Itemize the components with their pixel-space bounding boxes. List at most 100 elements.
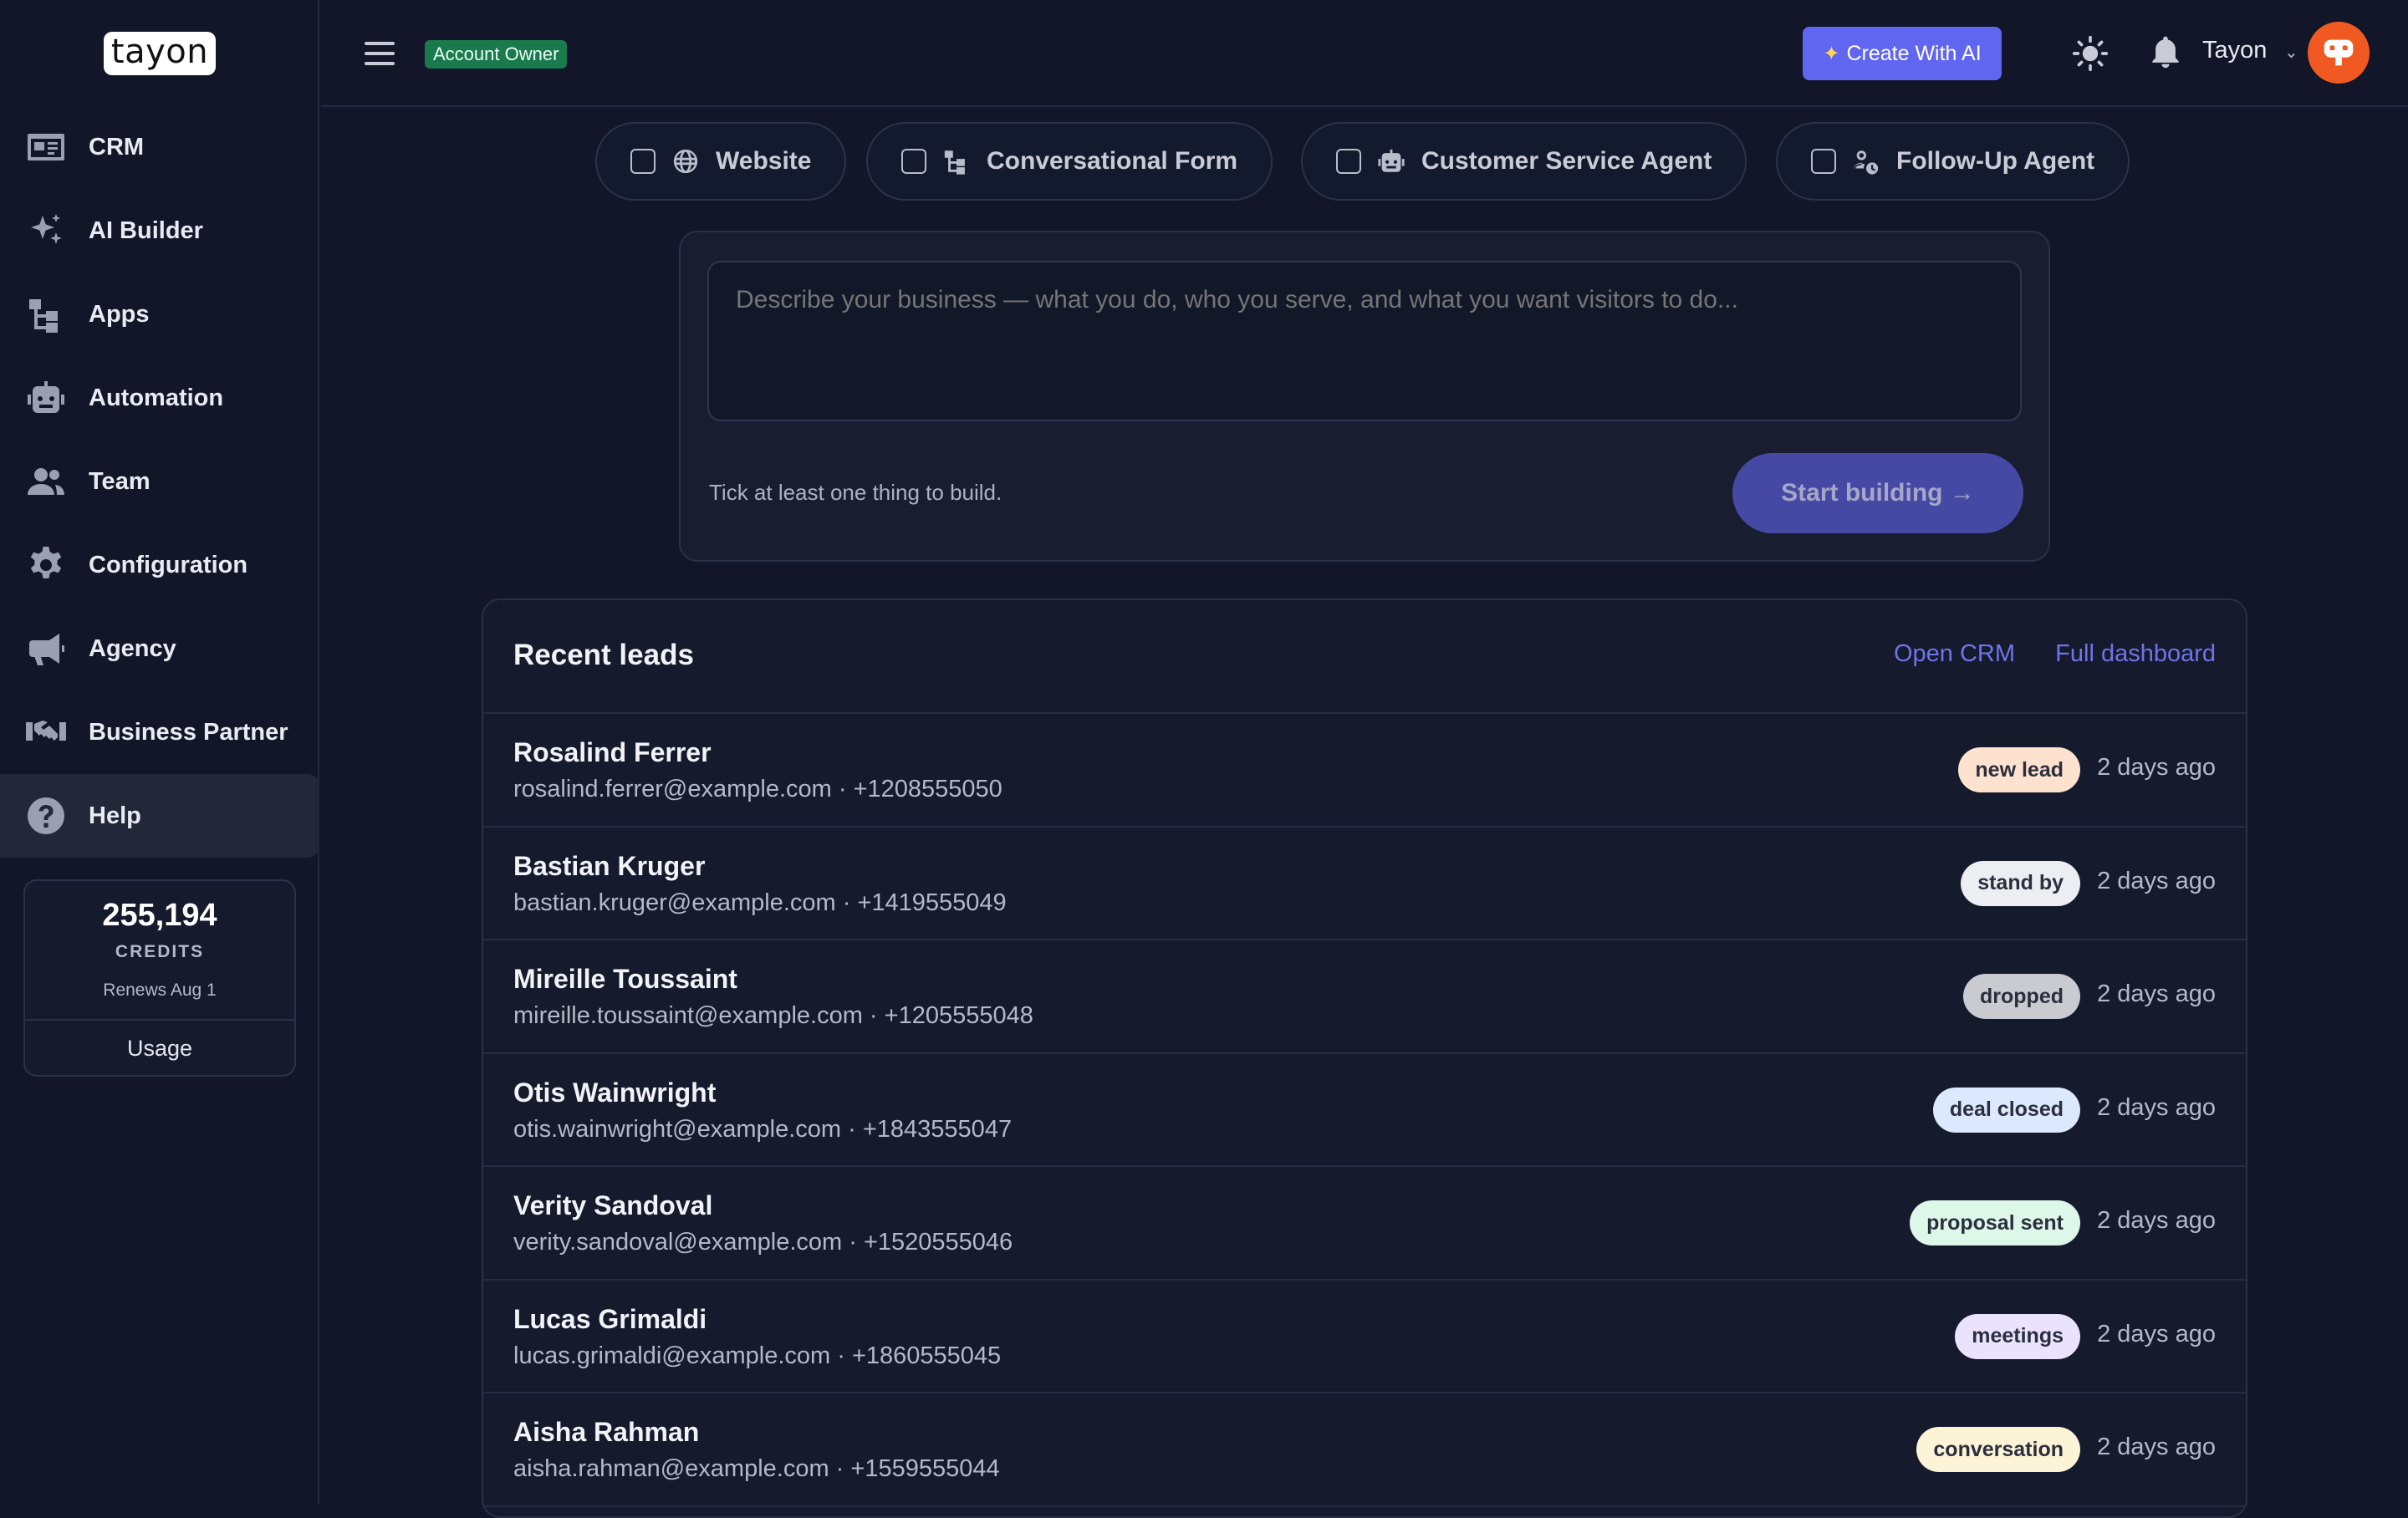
website-checkbox[interactable] [630, 149, 656, 174]
status-badge: stand by [1961, 860, 2080, 906]
lead-contact: lucas.grimaldi@example.com · +1860555045 [513, 1342, 1002, 1369]
build-option-website[interactable]: Website [595, 122, 847, 201]
credits-card: 255,194 CREDITS Renews Aug 1 Usage [23, 879, 296, 1077]
sidebar-item-label: Business Partner [89, 718, 288, 746]
leads-list: Rosalind Ferrer rosalind.ferrer@example.c… [483, 714, 2246, 1507]
sidebar-item-apps[interactable]: Apps [0, 273, 319, 356]
sparkles-icon: ✦ [1823, 42, 1840, 65]
sidebar-item-agency[interactable]: Agency [0, 607, 319, 690]
open-crm-link[interactable]: Open CRM [1894, 640, 2015, 668]
lead-name: Otis Wainwright [513, 1077, 717, 1108]
lead-contact: verity.sandoval@example.com · +152055504… [513, 1229, 1013, 1256]
chip-label: Website [716, 147, 812, 175]
lead-timestamp: 2 days ago [2097, 1434, 2216, 1460]
logo[interactable]: tayon [104, 32, 216, 75]
lead-row[interactable]: Bastian Kruger bastian.kruger@example.com… [483, 828, 2246, 940]
chevron-down-icon[interactable]: ⌄ [2284, 42, 2298, 63]
credits-label: CREDITS [115, 942, 205, 961]
sitemap-icon [941, 146, 972, 176]
users-icon [25, 461, 67, 502]
robot-avatar-icon [2324, 39, 2354, 66]
build-option-follow-up-agent[interactable]: Follow-Up Agent [1776, 122, 2130, 201]
lead-row[interactable]: Otis Wainwright otis.wainwright@example.c… [483, 1054, 2246, 1167]
recent-leads-header: Recent leads Open CRM Full dashboard [483, 600, 2246, 714]
bell-icon[interactable] [2147, 33, 2184, 70]
start-building-button[interactable]: Start building → [1732, 453, 2023, 533]
lead-timestamp: 2 days ago [2097, 1207, 2216, 1234]
lead-contact: otis.wainwright@example.com · +184355504… [513, 1115, 1013, 1143]
sparkles-icon [25, 210, 67, 252]
lead-row[interactable]: Verity Sandoval verity.sandoval@example.c… [483, 1167, 2246, 1281]
lead-name: Aisha Rahman [513, 1417, 700, 1447]
top-bar: Account Owner ✦ Create With AI Tayon ⌄ [321, 0, 2408, 107]
recent-leads-card: Recent leads Open CRM Full dashboard Ros… [482, 599, 2247, 1518]
lead-row[interactable]: Aisha Rahman aisha.rahman@example.com · +… [483, 1393, 2246, 1507]
full-dashboard-link[interactable]: Full dashboard [2055, 640, 2216, 668]
credits-amount: 255,194 [102, 898, 217, 933]
conversational-form-checkbox[interactable] [901, 149, 926, 174]
lead-row[interactable]: Lucas Grimaldi lucas.grimaldi@example.com… [483, 1281, 2246, 1393]
lead-timestamp: 2 days ago [2097, 1093, 2216, 1121]
lead-contact: rosalind.ferrer@example.com · +120855505… [513, 776, 1002, 802]
create-with-ai-label: Create With AI [1846, 41, 1982, 65]
sidebar-item-label: CRM [89, 133, 145, 160]
sidebar-item-label: Configuration [89, 551, 248, 578]
lead-name: Lucas Grimaldi [513, 1303, 707, 1334]
build-option-conversational-form[interactable]: Conversational Form [866, 122, 1273, 201]
sidebar-item-ai-builder[interactable]: AI Builder [0, 189, 319, 273]
lead-name: Rosalind Ferrer [513, 737, 712, 767]
lead-timestamp: 2 days ago [2097, 1320, 2216, 1347]
sidebar-item-label: Help [89, 802, 141, 829]
id-card-icon [25, 126, 67, 168]
status-badge: proposal sent [1910, 1200, 2080, 1245]
status-badge: meetings [1955, 1313, 2080, 1359]
role-badge: Account Owner [425, 40, 568, 69]
status-badge: conversation [1916, 1427, 2080, 1472]
megaphone-icon [25, 628, 67, 670]
globe-icon [671, 146, 701, 176]
status-badge: new lead [1958, 747, 2080, 792]
sidebar-item-label: AI Builder [89, 216, 203, 244]
sidebar-item-crm[interactable]: CRM [0, 105, 319, 189]
user-name[interactable]: Tayon [2202, 37, 2267, 64]
create-with-ai-button[interactable]: ✦ Create With AI [1803, 27, 2002, 80]
follow-up-agent-checkbox[interactable] [1811, 149, 1836, 174]
sidebar: tayon CRM AI Builder Apps Automation Tea… [0, 0, 319, 1505]
usage-button[interactable]: Usage [25, 1021, 294, 1075]
sidebar-item-team[interactable]: Team [0, 440, 319, 523]
user-clock-icon [1851, 146, 1881, 176]
chip-label: Follow-Up Agent [1896, 147, 2095, 175]
lead-name: Verity Sandoval [513, 1190, 713, 1220]
lead-contact: mireille.toussaint@example.com · +120555… [513, 1002, 1033, 1029]
lead-timestamp: 2 days ago [2097, 867, 2216, 894]
logo-text: tayon [110, 33, 209, 71]
sidebar-item-label: Agency [89, 634, 176, 662]
sidebar-item-help[interactable]: Help [0, 774, 319, 858]
business-description-input[interactable] [707, 261, 2022, 421]
build-option-customer-service-agent[interactable]: Customer Service Agent [1301, 122, 1747, 201]
sidebar-item-automation[interactable]: Automation [0, 356, 319, 440]
status-badge: dropped [1963, 974, 2080, 1019]
status-badge: deal closed [1932, 1087, 2080, 1133]
lead-row[interactable]: Mireille Toussaint mireille.toussaint@exa… [483, 940, 2246, 1054]
gear-icon [25, 544, 67, 586]
sun-icon[interactable] [2072, 35, 2109, 72]
robot-icon [25, 377, 67, 419]
chip-label: Customer Service Agent [1421, 147, 1712, 175]
robot-icon [1376, 146, 1406, 176]
sidebar-item-business-partner[interactable]: Business Partner [0, 690, 319, 774]
menu-icon[interactable] [363, 37, 396, 70]
lead-row[interactable]: Rosalind Ferrer rosalind.ferrer@example.c… [483, 714, 2246, 828]
builder-hint: Tick at least one thing to build. [709, 480, 1002, 505]
customer-service-agent-checkbox[interactable] [1336, 149, 1361, 174]
lead-timestamp: 2 days ago [2097, 981, 2216, 1007]
recent-leads-title: Recent leads [513, 639, 694, 671]
credits-renewal: Renews Aug 1 [103, 981, 217, 1000]
sidebar-item-label: Apps [89, 300, 150, 328]
sitemap-icon [25, 293, 67, 335]
lead-name: Bastian Kruger [513, 850, 706, 881]
chip-label: Conversational Form [987, 147, 1238, 175]
avatar[interactable] [2308, 22, 2370, 84]
builder-prompt-card: Tick at least one thing to build. Start … [679, 231, 2050, 562]
sidebar-item-configuration[interactable]: Configuration [0, 523, 319, 607]
